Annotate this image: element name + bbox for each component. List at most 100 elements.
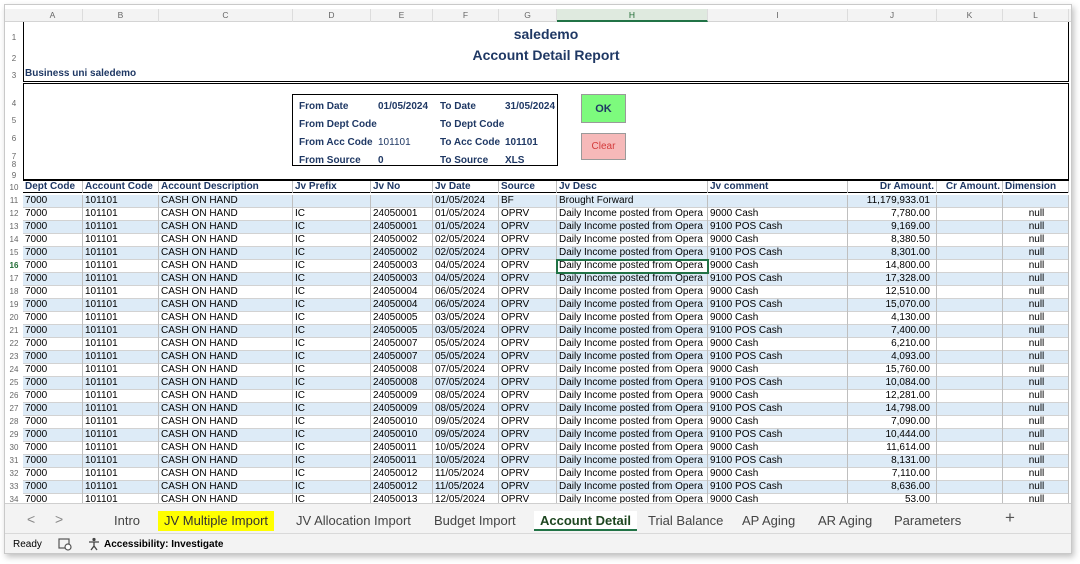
table-cell[interactable]: Daily Income posted from Opera <box>557 299 708 312</box>
table-cell[interactable]: IC <box>293 455 371 468</box>
table-cell[interactable]: OPRV <box>499 260 557 273</box>
table-cell[interactable]: 03/05/2024 <box>433 312 499 325</box>
row-number-18[interactable]: 18 <box>5 285 23 298</box>
table-cell[interactable]: 9100 POS Cash <box>708 221 848 234</box>
row-number-3[interactable]: 3 <box>5 69 23 82</box>
table-cell[interactable]: 101101 <box>83 481 159 494</box>
row-number-12[interactable]: 12 <box>5 207 23 220</box>
table-cell[interactable]: 9,169.00 <box>848 221 937 234</box>
table-cell[interactable] <box>937 416 1003 429</box>
table-cell[interactable]: IC <box>293 299 371 312</box>
table-cell[interactable]: Daily Income posted from Opera <box>557 390 708 403</box>
table-cell[interactable]: 02/05/2024 <box>433 234 499 247</box>
sheet-tab-trial-balance[interactable]: Trial Balance <box>642 511 729 531</box>
table-cell[interactable]: 101101 <box>83 442 159 455</box>
table-cell[interactable]: 04/05/2024 <box>433 260 499 273</box>
table-cell[interactable]: Daily Income posted from Opera <box>557 234 708 247</box>
table-cell[interactable]: OPRV <box>499 299 557 312</box>
table-cell[interactable]: IC <box>293 325 371 338</box>
table-cell[interactable]: IC <box>293 403 371 416</box>
header-account-code[interactable]: Account Code <box>83 181 159 193</box>
from-acc-value[interactable]: 101101 <box>378 137 411 148</box>
column-header-g[interactable]: G <box>499 9 557 22</box>
row-number-5[interactable]: 5 <box>5 114 23 127</box>
table-cell[interactable] <box>937 299 1003 312</box>
table-cell[interactable]: 24050009 <box>371 390 433 403</box>
table-cell[interactable]: IC <box>293 338 371 351</box>
table-cell[interactable] <box>293 195 371 208</box>
table-cell[interactable]: 24050012 <box>371 468 433 481</box>
table-cell[interactable]: 7000 <box>23 325 83 338</box>
table-cell[interactable]: CASH ON HAND <box>159 429 293 442</box>
table-cell[interactable]: 12,510.00 <box>848 286 937 299</box>
table-cell[interactable]: OPRV <box>499 273 557 286</box>
table-cell[interactable] <box>937 351 1003 364</box>
table-cell[interactable]: 11,614.00 <box>848 442 937 455</box>
table-cell[interactable]: 9000 Cash <box>708 286 848 299</box>
table-cell[interactable]: OPRV <box>499 221 557 234</box>
column-header-b[interactable]: B <box>83 9 159 22</box>
table-cell[interactable]: 101101 <box>83 286 159 299</box>
table-cell[interactable]: Daily Income posted from Opera <box>557 468 708 481</box>
table-cell[interactable]: null <box>1003 273 1069 286</box>
table-cell[interactable] <box>937 429 1003 442</box>
table-cell[interactable]: 101101 <box>83 351 159 364</box>
table-cell[interactable]: 7000 <box>23 247 83 260</box>
table-cell[interactable]: 7000 <box>23 481 83 494</box>
table-cell[interactable]: 24050011 <box>371 455 433 468</box>
table-cell[interactable]: 24050008 <box>371 377 433 390</box>
table-cell[interactable]: 14,798.00 <box>848 403 937 416</box>
table-cell[interactable]: 7000 <box>23 442 83 455</box>
table-cell[interactable]: Daily Income posted from Opera <box>557 247 708 260</box>
table-cell[interactable]: 9100 POS Cash <box>708 403 848 416</box>
table-cell[interactable]: 9100 POS Cash <box>708 273 848 286</box>
table-cell[interactable]: null <box>1003 351 1069 364</box>
table-cell[interactable]: CASH ON HAND <box>159 351 293 364</box>
table-cell[interactable]: Daily Income posted from Opera <box>557 312 708 325</box>
table-cell[interactable]: 24050005 <box>371 312 433 325</box>
header-jv-comment[interactable]: Jv comment <box>708 181 848 193</box>
ok-button[interactable]: OK <box>581 94 626 123</box>
table-cell[interactable]: 24050001 <box>371 208 433 221</box>
column-header-k[interactable]: K <box>937 9 1003 22</box>
sheet-tab-ar-aging[interactable]: AR Aging <box>812 511 878 531</box>
column-header-j[interactable]: J <box>848 9 937 22</box>
table-cell[interactable]: 4,093.00 <box>848 351 937 364</box>
table-cell[interactable]: null <box>1003 390 1069 403</box>
table-cell[interactable]: 7000 <box>23 260 83 273</box>
row-number-22[interactable]: 22 <box>5 337 23 350</box>
row-number-17[interactable]: 17 <box>5 272 23 285</box>
table-cell[interactable]: 24050010 <box>371 429 433 442</box>
table-cell[interactable]: CASH ON HAND <box>159 312 293 325</box>
table-cell[interactable]: 24050003 <box>371 260 433 273</box>
sheet-tab-jv-allocation-import[interactable]: JV Allocation Import <box>290 511 417 531</box>
to-source-value[interactable]: XLS <box>505 155 524 166</box>
table-cell[interactable]: 11/05/2024 <box>433 468 499 481</box>
table-cell[interactable]: 15,070.00 <box>848 299 937 312</box>
table-cell[interactable]: CASH ON HAND <box>159 208 293 221</box>
table-cell[interactable] <box>937 260 1003 273</box>
row-number-31[interactable]: 31 <box>5 454 23 467</box>
table-cell[interactable]: 7000 <box>23 286 83 299</box>
table-cell[interactable]: 9000 Cash <box>708 208 848 221</box>
table-cell[interactable]: 7000 <box>23 221 83 234</box>
table-cell[interactable]: Daily Income posted from Opera <box>557 481 708 494</box>
table-cell[interactable]: Daily Income posted from Opera <box>557 338 708 351</box>
table-cell[interactable]: CASH ON HAND <box>159 234 293 247</box>
table-cell[interactable]: OPRV <box>499 351 557 364</box>
to-date-value[interactable]: 31/05/2024 <box>505 101 555 112</box>
table-cell[interactable]: 17,328.00 <box>848 273 937 286</box>
clear-button[interactable]: Clear <box>581 133 626 160</box>
table-cell[interactable]: CASH ON HAND <box>159 299 293 312</box>
table-cell[interactable]: null <box>1003 312 1069 325</box>
table-cell[interactable]: 9100 POS Cash <box>708 351 848 364</box>
header-dimension[interactable]: Dimension <box>1003 181 1069 193</box>
table-cell[interactable]: CASH ON HAND <box>159 377 293 390</box>
table-cell[interactable]: null <box>1003 338 1069 351</box>
header-jv-prefix[interactable]: Jv Prefix <box>293 181 371 193</box>
table-cell[interactable]: 24050004 <box>371 286 433 299</box>
table-cell[interactable]: Daily Income posted from Opera <box>557 442 708 455</box>
table-cell[interactable]: 101101 <box>83 312 159 325</box>
row-number-4[interactable]: 4 <box>5 97 23 110</box>
table-cell[interactable]: 7000 <box>23 338 83 351</box>
